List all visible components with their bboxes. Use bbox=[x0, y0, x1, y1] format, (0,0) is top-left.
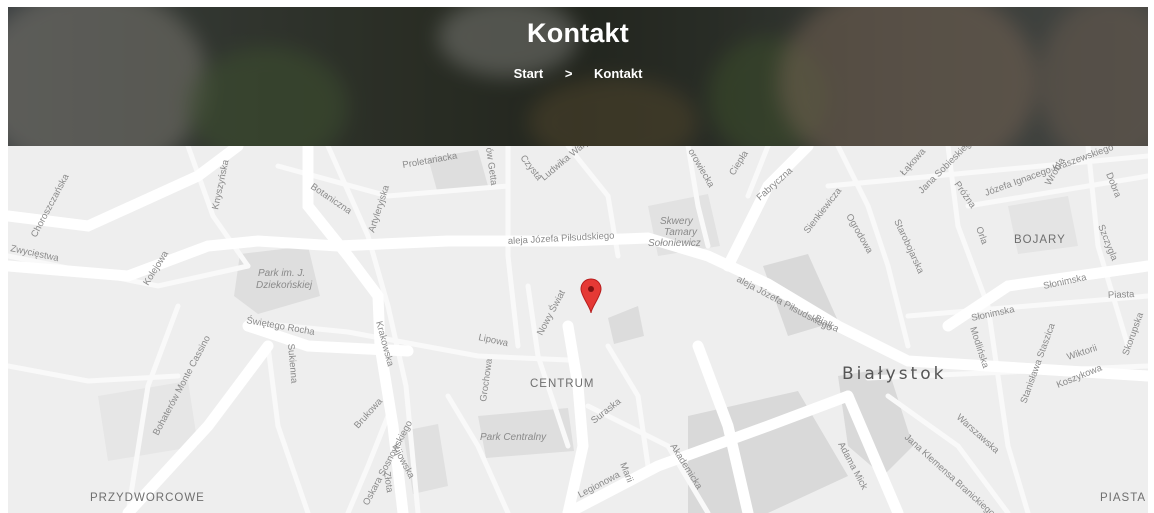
breadcrumb-separator: > bbox=[564, 66, 573, 81]
district-label: PRZYDWORCOWE bbox=[90, 492, 205, 504]
district-label: BOJARY bbox=[1014, 234, 1066, 246]
breadcrumb-home-link[interactable]: Start bbox=[514, 66, 544, 81]
park-label: Park im. J. bbox=[258, 268, 305, 279]
location-map[interactable]: Proletariacka Czysta Ludwika Waryńskiego… bbox=[8, 146, 1148, 513]
park-label: Tamary bbox=[664, 227, 698, 238]
city-label: Białystok bbox=[842, 364, 946, 384]
map-canvas[interactable]: Proletariacka Czysta Ludwika Waryńskiego… bbox=[8, 146, 1148, 513]
breadcrumb: Start > Kontakt bbox=[8, 66, 1148, 81]
park-label: Park Centralny bbox=[480, 432, 547, 443]
park-label: Skwery bbox=[660, 216, 694, 227]
park-label: Dziekońskiej bbox=[256, 280, 313, 291]
page-title: Kontakt bbox=[527, 18, 629, 48]
district-label: PIASTA bbox=[1100, 492, 1146, 504]
hero-banner: Kontakt Start > Kontakt bbox=[8, 7, 1148, 146]
district-label: CENTRUM bbox=[530, 378, 595, 390]
breadcrumb-current: Kontakt bbox=[594, 66, 643, 81]
contact-page: Kontakt Start > Kontakt Proletariacka Cz… bbox=[0, 0, 1154, 513]
street-label: Piasta bbox=[1108, 289, 1135, 301]
park-label: Sołoniewicz bbox=[648, 238, 701, 249]
